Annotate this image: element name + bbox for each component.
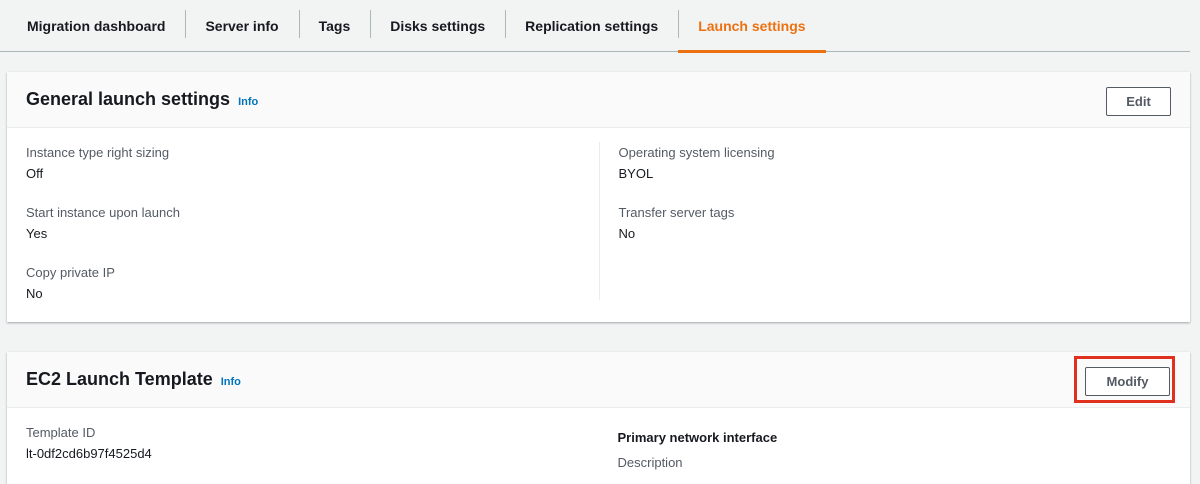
edit-button[interactable]: Edit xyxy=(1106,87,1171,116)
right-column: Operating system licensing BYOL Transfer… xyxy=(598,142,1191,300)
description-label: Description xyxy=(617,455,683,470)
field-label: Start instance upon launch xyxy=(26,205,180,220)
field-value: Yes xyxy=(26,226,48,241)
tab-bar: Migration dashboard Server info Tags Dis… xyxy=(0,0,1190,53)
tab-label: Launch settings xyxy=(698,18,806,34)
tab-label: Replication settings xyxy=(525,18,659,34)
panel-header: EC2 Launch Template Info Modify xyxy=(7,352,1190,408)
field-template-id: Template ID lt-0df2cd6b97f4525d4 xyxy=(26,425,599,462)
field-label: Transfer server tags xyxy=(618,205,735,220)
tab-launch-settings[interactable]: Launch settings xyxy=(678,0,826,53)
field-value: No xyxy=(618,226,636,241)
tab-server-info[interactable]: Server info xyxy=(185,0,298,52)
field-value: Off xyxy=(26,166,44,181)
field-value: BYOL xyxy=(618,166,654,181)
field-label: Instance type right sizing xyxy=(26,145,170,160)
primary-network-interface-heading: Primary network interface xyxy=(617,430,778,445)
field-start-instance-upon-launch: Start instance upon launch Yes xyxy=(26,205,599,242)
field-operating-system-licensing: Operating system licensing BYOL xyxy=(619,145,1191,182)
tab-label: Server info xyxy=(205,18,279,34)
tab-migration-dashboard[interactable]: Migration dashboard xyxy=(0,0,185,52)
info-link[interactable]: Info xyxy=(238,96,258,108)
template-columns: Template ID lt-0df2cd6b97f4525d4 Primary… xyxy=(7,408,1190,484)
field-label: Template ID xyxy=(26,425,96,440)
highlight-box xyxy=(1074,356,1175,403)
field-copy-private-ip: Copy private IP No xyxy=(26,265,599,302)
right-column: Primary network interface Description xyxy=(599,408,1191,484)
field-transfer-server-tags: Transfer server tags No xyxy=(619,205,1191,242)
field-value: lt-0df2cd6b97f4525d4 xyxy=(26,446,152,461)
settings-columns: Instance type right sizing Off Start ins… xyxy=(7,128,1191,302)
field-label: Copy private IP xyxy=(26,265,115,280)
left-column: Template ID lt-0df2cd6b97f4525d4 xyxy=(7,408,599,484)
panel-header: General launch settings Info Edit xyxy=(7,72,1190,128)
tab-label: Disks settings xyxy=(390,18,486,34)
tab-disks-settings[interactable]: Disks settings xyxy=(370,0,505,52)
tab-label: Migration dashboard xyxy=(27,18,166,34)
general-launch-settings-panel: General launch settings Info Edit Instan… xyxy=(7,72,1190,322)
info-link[interactable]: Info xyxy=(221,376,241,388)
tab-label: Tags xyxy=(318,18,351,34)
tab-tags[interactable]: Tags xyxy=(298,0,371,52)
field-value: No xyxy=(26,286,43,301)
tab-replication-settings[interactable]: Replication settings xyxy=(505,0,678,52)
field-label: Operating system licensing xyxy=(618,145,775,160)
left-column: Instance type right sizing Off Start ins… xyxy=(7,128,599,302)
ec2-launch-template-panel: EC2 Launch Template Info Modify Template… xyxy=(7,352,1190,484)
field-instance-type-right-sizing: Instance type right sizing Off xyxy=(26,145,599,182)
panel-title: EC2 Launch Template xyxy=(26,369,213,389)
panel-title: General launch settings xyxy=(26,89,231,109)
